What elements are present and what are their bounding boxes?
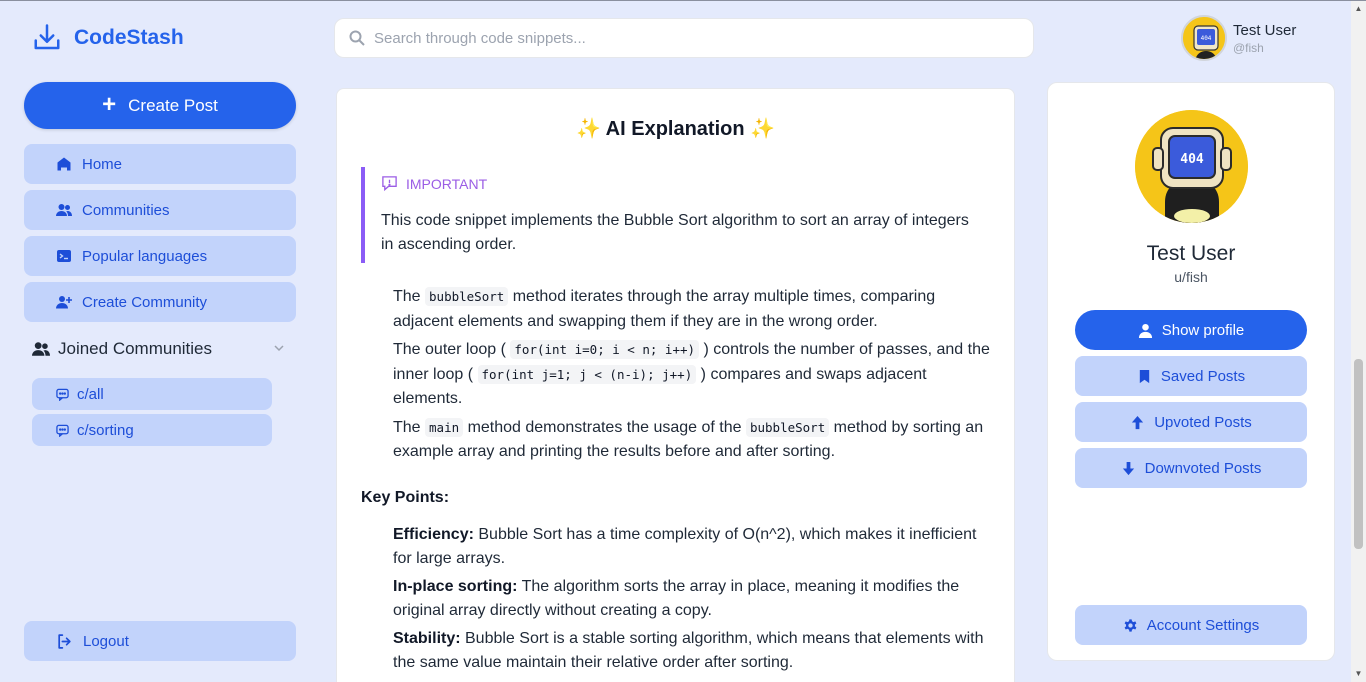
svg-text:404: 404 — [1180, 152, 1204, 167]
sidebar-item-create-community[interactable]: Create Community — [24, 282, 296, 322]
app-name: CodeStash — [74, 26, 184, 49]
show-profile-button[interactable]: Show profile — [1075, 310, 1307, 350]
list-item: In-place sorting: The algorithm sorts th… — [393, 577, 960, 619]
create-post-button[interactable]: + Create Post — [24, 82, 296, 129]
download-tray-icon — [34, 24, 60, 50]
app-logo[interactable]: CodeStash — [32, 23, 184, 53]
profile-name: Test User — [1146, 242, 1236, 265]
community-item-sorting[interactable]: c/sorting — [32, 414, 272, 446]
gear-icon — [1124, 618, 1137, 632]
list-item: Stability: Bubble Sort is a stable sorti… — [393, 629, 984, 671]
callout-text: This code snippet implements the Bubble … — [381, 212, 969, 253]
community-item-all[interactable]: c/all — [32, 378, 272, 410]
svg-text:404: 404 — [1201, 35, 1212, 42]
user-plus-icon — [56, 296, 72, 309]
inline-code: for(int i=0; i < n; i++) — [510, 340, 700, 359]
logout-button[interactable]: Logout — [24, 621, 296, 661]
joined-communities-toggle[interactable]: Joined Communities — [32, 337, 288, 361]
list-item: The outer loop ( for(int i=0; i < n; i++… — [393, 340, 990, 407]
inline-code: bubbleSort — [745, 417, 830, 437]
search-bar[interactable] — [334, 18, 1034, 58]
users-icon — [56, 204, 72, 216]
callout-label: IMPORTANT — [406, 175, 488, 192]
profile-card: 404 Test User u/fish Show profile Saved … — [1047, 82, 1335, 661]
account-settings-button[interactable]: Account Settings — [1075, 605, 1307, 645]
chat-icon — [56, 388, 69, 401]
home-icon — [57, 157, 71, 171]
page-title: ✨ AI Explanation ✨ — [575, 118, 776, 140]
explanation-list: The bubbleSort method iterates through t… — [393, 285, 993, 465]
inline-code: for(int j=1; j < (n-i); j++) — [477, 364, 697, 384]
create-post-label: Create Post — [128, 95, 218, 115]
message-alert-icon — [382, 176, 397, 192]
sidebar-item-label: Home — [82, 155, 123, 173]
arrow-down-icon — [1122, 461, 1134, 475]
sidebar-item-label: Create Community — [82, 293, 208, 311]
bookmark-icon — [1139, 369, 1150, 383]
users-icon — [32, 342, 50, 356]
scroll-up-icon[interactable]: ▲ — [1354, 4, 1363, 13]
downvoted-posts-button[interactable]: Downvoted Posts — [1075, 448, 1307, 488]
avatar: 404 — [1181, 15, 1227, 61]
profile-handle: u/fish — [1174, 269, 1208, 285]
key-points-list: Efficiency: Bubble Sort has a time compl… — [393, 523, 993, 675]
sidebar-item-label: Popular languages — [82, 247, 208, 265]
robot-avatar-icon: 404 — [1183, 17, 1225, 59]
logout-icon — [58, 633, 71, 649]
user-menu[interactable]: 404 Test User @fish — [1181, 15, 1296, 61]
robot-avatar-icon: 404 — [1135, 110, 1248, 223]
sidebar-item-communities[interactable]: Communities — [24, 190, 296, 230]
search-icon — [349, 30, 365, 46]
list-item: The bubbleSort method iterates through t… — [393, 287, 936, 330]
search-input[interactable] — [374, 29, 1014, 47]
sidebar-item-label: Communities — [82, 201, 170, 219]
inline-code: main — [425, 417, 464, 437]
joined-communities-label: Joined Communities — [58, 339, 213, 358]
arrow-up-icon — [1132, 415, 1144, 429]
chevron-down-icon — [274, 345, 284, 352]
list-item: Efficiency: Bubble Sort has a time compl… — [393, 525, 977, 567]
avatar: 404 — [1135, 110, 1248, 223]
sidebar-item-home[interactable]: Home — [24, 144, 296, 184]
plus-icon: + — [102, 90, 117, 118]
scrollbar-thumb[interactable] — [1354, 359, 1363, 549]
community-label: c/sorting — [77, 421, 134, 439]
important-callout: IMPORTANT This code snippet implements t… — [361, 167, 981, 263]
inline-code: bubbleSort — [425, 287, 509, 306]
community-label: c/all — [77, 385, 104, 403]
saved-posts-button[interactable]: Saved Posts — [1075, 356, 1307, 396]
page-scrollbar[interactable]: ▲ ▼ — [1351, 1, 1366, 682]
user-icon — [1138, 323, 1152, 338]
key-points-heading: Key Points: — [361, 488, 450, 506]
list-item: The main method demonstrates the usage o… — [393, 417, 984, 460]
user-handle: @fish — [1233, 40, 1264, 55]
upvoted-posts-button[interactable]: Upvoted Posts — [1075, 402, 1307, 442]
sidebar-item-popular-languages[interactable]: Popular languages — [24, 236, 296, 276]
scroll-down-icon[interactable]: ▼ — [1354, 669, 1363, 678]
chat-icon — [56, 424, 69, 437]
terminal-icon — [57, 250, 71, 262]
user-name: Test User — [1233, 21, 1297, 39]
logout-label: Logout — [83, 632, 129, 650]
ai-explanation-card: ✨ AI Explanation ✨ IMPORTANT This code s… — [336, 88, 1015, 682]
